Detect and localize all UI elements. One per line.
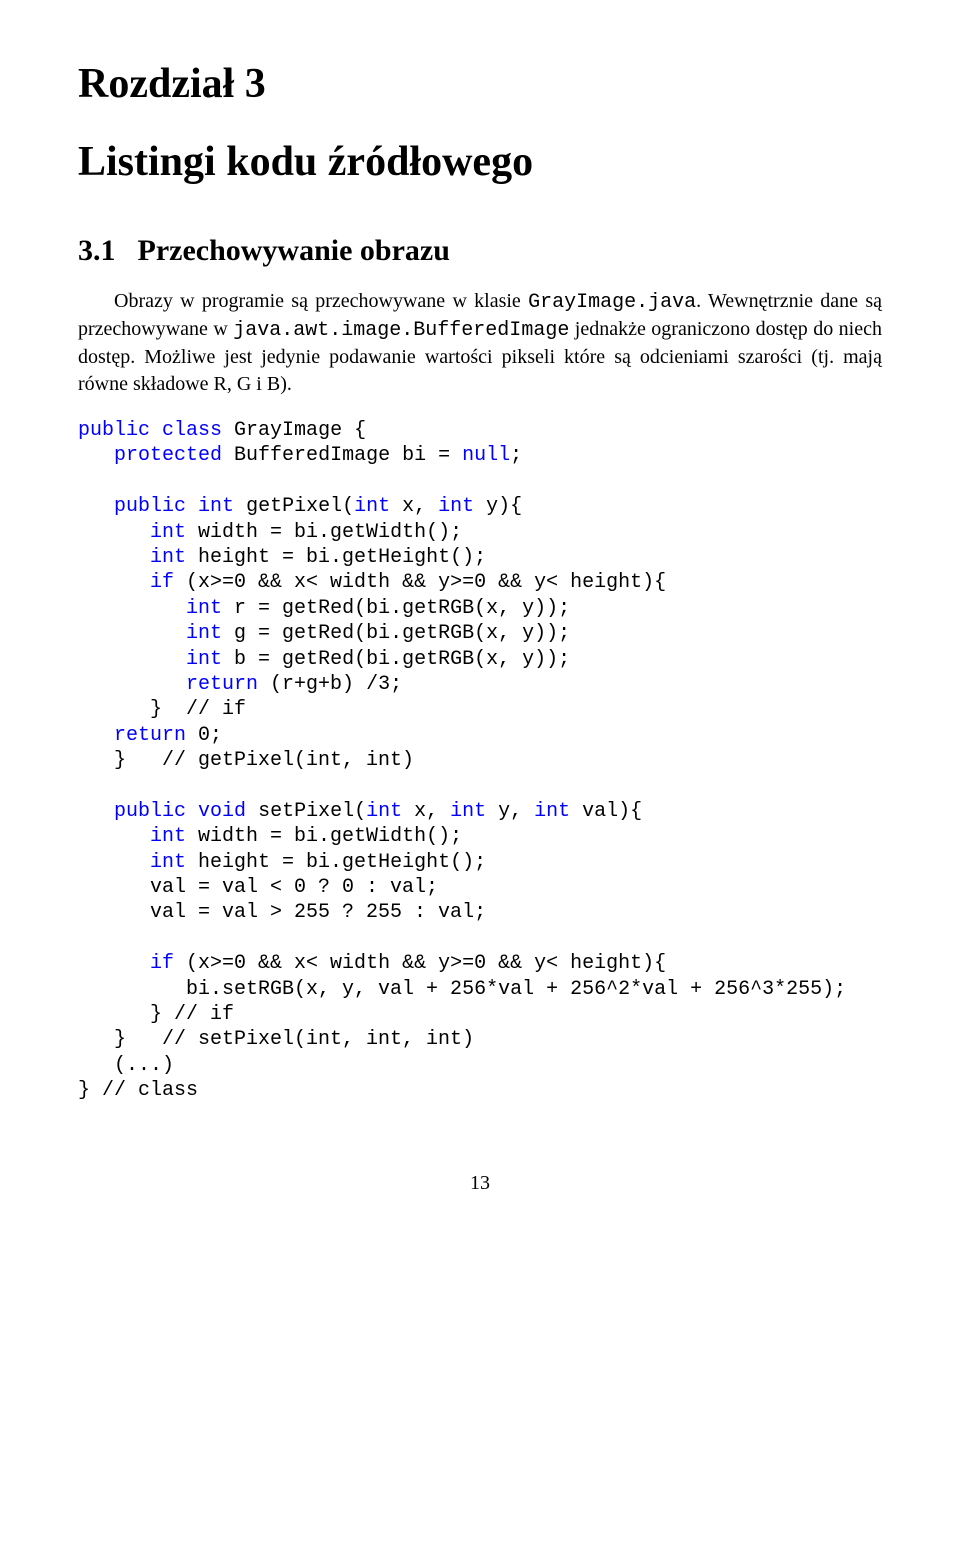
- code-text: [78, 571, 150, 594]
- code-text: [78, 952, 150, 975]
- code-keyword: class: [162, 419, 222, 442]
- code-listing: public class GrayImage { protected Buffe…: [78, 418, 882, 1104]
- code-text: } // class: [78, 1079, 198, 1102]
- code-text: setPixel(: [246, 800, 366, 823]
- code-text: } // getPixel(int, int): [78, 749, 414, 772]
- code-text: ;: [510, 444, 522, 467]
- code-text: [78, 622, 186, 645]
- code-text: val = val > 255 ? 255 : val;: [78, 901, 486, 924]
- code-text: [78, 851, 150, 874]
- code-text: GrayImage {: [222, 419, 366, 442]
- code-text: val = val < 0 ? 0 : val;: [78, 876, 438, 899]
- chapter-label: Rozdział 3: [78, 60, 882, 108]
- code-text: [78, 521, 150, 544]
- code-text: [78, 648, 186, 671]
- code-text: val){: [570, 800, 642, 823]
- code-keyword: int: [354, 495, 390, 518]
- code-text: [78, 800, 114, 823]
- code-keyword: int: [150, 851, 186, 874]
- code-text: [78, 724, 114, 747]
- code-text: width = bi.getWidth();: [186, 825, 462, 848]
- code-keyword: int: [198, 495, 234, 518]
- intro-paragraph: Obrazy w programie są przechowywane w kl…: [78, 288, 882, 398]
- code-inline: GrayImage.java: [528, 291, 696, 314]
- code-keyword: int: [534, 800, 570, 823]
- section-heading: Przechowywanie obrazu: [138, 234, 450, 267]
- code-text: 0;: [186, 724, 222, 747]
- section-number: 3.1: [78, 234, 116, 267]
- code-text: [78, 597, 186, 620]
- code-keyword: int: [186, 622, 222, 645]
- code-keyword: public: [78, 419, 150, 442]
- code-keyword: protected: [114, 444, 222, 467]
- code-text: [186, 495, 198, 518]
- code-text: (x>=0 && x< width && y>=0 && y< height){: [174, 952, 666, 975]
- code-text: } // setPixel(int, int, int): [78, 1028, 474, 1051]
- code-text: [150, 419, 162, 442]
- code-keyword: void: [198, 800, 246, 823]
- code-text: bi.setRGB(x, y, val + 256*val + 256^2*va…: [78, 978, 846, 1001]
- code-text: [78, 673, 186, 696]
- code-text: [78, 444, 114, 467]
- code-keyword: int: [186, 597, 222, 620]
- code-text: } // if: [78, 698, 246, 721]
- chapter-title: Listingi kodu źródłowego: [78, 138, 882, 186]
- code-text: height = bi.getHeight();: [186, 851, 486, 874]
- code-keyword: public: [114, 800, 186, 823]
- section-title: 3.1 Przechowywanie obrazu: [78, 234, 882, 268]
- code-keyword: int: [366, 800, 402, 823]
- page-number: 13: [78, 1172, 882, 1195]
- code-text: (r+g+b) /3;: [258, 673, 402, 696]
- code-keyword: if: [150, 571, 174, 594]
- code-text: g = getRed(bi.getRGB(x, y));: [222, 622, 570, 645]
- code-keyword: return: [114, 724, 186, 747]
- code-keyword: int: [150, 825, 186, 848]
- code-text: b = getRed(bi.getRGB(x, y));: [222, 648, 570, 671]
- code-text: x,: [402, 800, 450, 823]
- code-text: [78, 546, 150, 569]
- code-text: } // if: [78, 1003, 234, 1026]
- code-keyword: public: [114, 495, 186, 518]
- code-text: BufferedImage bi =: [222, 444, 462, 467]
- code-keyword: null: [462, 444, 510, 467]
- code-text: width = bi.getWidth();: [186, 521, 462, 544]
- code-keyword: int: [150, 546, 186, 569]
- code-keyword: int: [150, 521, 186, 544]
- code-text: [78, 495, 114, 518]
- code-text: (...): [78, 1054, 174, 1077]
- code-inline: java.awt.image.BufferedImage: [233, 319, 569, 342]
- code-keyword: int: [450, 800, 486, 823]
- code-keyword: return: [186, 673, 258, 696]
- code-keyword: int: [186, 648, 222, 671]
- code-text: y,: [486, 800, 534, 823]
- code-text: (x>=0 && x< width && y>=0 && y< height){: [174, 571, 666, 594]
- code-keyword: if: [150, 952, 174, 975]
- code-text: [78, 825, 150, 848]
- code-text: getPixel(: [234, 495, 354, 518]
- code-text: [186, 800, 198, 823]
- text: Obrazy w programie są przechowywane w kl…: [114, 290, 528, 312]
- code-text: x,: [390, 495, 438, 518]
- code-keyword: int: [438, 495, 474, 518]
- code-text: r = getRed(bi.getRGB(x, y));: [222, 597, 570, 620]
- code-text: y){: [474, 495, 522, 518]
- code-text: height = bi.getHeight();: [186, 546, 486, 569]
